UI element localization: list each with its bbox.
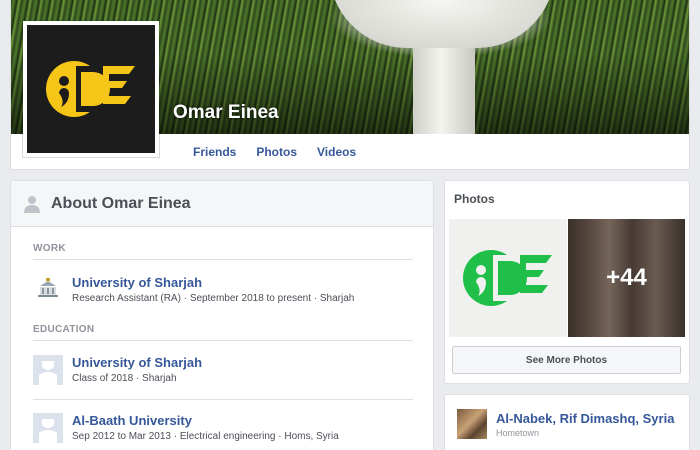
- education-entry: Al-Baath University Sep 2012 to Mar 2013…: [33, 413, 339, 444]
- divider: [33, 259, 413, 260]
- mushroom-cap: [329, 0, 555, 48]
- profile-picture[interactable]: [23, 21, 159, 157]
- divider: [33, 399, 413, 400]
- work-label: WORK: [33, 243, 66, 254]
- work-org-link[interactable]: University of Sharjah: [72, 275, 354, 291]
- profile-tabs: Friends Photos Videos: [183, 145, 366, 159]
- place-thumbnail[interactable]: [457, 409, 487, 439]
- work-entry: University of Sharjah Research Assistant…: [33, 275, 354, 306]
- education-entry: University of Sharjah Class of 2018 · Sh…: [33, 355, 202, 386]
- photo-thumbnail-more[interactable]: +44: [568, 219, 685, 337]
- person-icon: [24, 195, 40, 213]
- oe-logo-icon: [46, 61, 135, 117]
- education-label: EDUCATION: [33, 324, 95, 335]
- hometown-link[interactable]: Al-Nabek, Rif Dimashq, Syria: [496, 411, 674, 426]
- photo-thumbnail[interactable]: [449, 219, 567, 337]
- school-link[interactable]: Al-Baath University: [72, 413, 339, 429]
- profile-name[interactable]: Omar Einea: [173, 102, 279, 124]
- school-placeholder-icon[interactable]: [33, 413, 63, 443]
- work-detail: Research Assistant (RA) · September 2018…: [72, 293, 355, 304]
- more-photos-count: +44: [568, 219, 685, 337]
- about-card: About Omar Einea WORK University of Shar…: [10, 180, 434, 450]
- mushroom-stalk: [413, 40, 475, 134]
- about-title: About Omar Einea: [51, 194, 191, 212]
- university-building-icon[interactable]: [33, 275, 63, 305]
- hometown-label: Hometown: [496, 428, 540, 438]
- hometown-card: Al-Nabek, Rif Dimashq, Syria Hometown: [444, 394, 690, 450]
- divider: [33, 340, 413, 341]
- school-link[interactable]: University of Sharjah: [72, 355, 202, 371]
- about-header: About Omar Einea: [11, 181, 433, 227]
- school-placeholder-icon[interactable]: [33, 355, 63, 385]
- oe-logo-icon: [463, 250, 552, 306]
- see-more-photos-button[interactable]: See More Photos: [452, 346, 681, 374]
- tab-friends[interactable]: Friends: [183, 145, 246, 159]
- profile-header: Omar Einea Friends Photos Videos: [10, 0, 690, 170]
- tab-photos[interactable]: Photos: [246, 145, 307, 159]
- school-detail: Sep 2012 to Mar 2013 · Electrical engine…: [72, 431, 339, 442]
- photos-card: Photos +44 See More Photos: [444, 180, 690, 384]
- school-detail: Class of 2018 · Sharjah: [72, 373, 177, 384]
- photos-title[interactable]: Photos: [454, 192, 495, 206]
- tab-videos[interactable]: Videos: [307, 145, 366, 159]
